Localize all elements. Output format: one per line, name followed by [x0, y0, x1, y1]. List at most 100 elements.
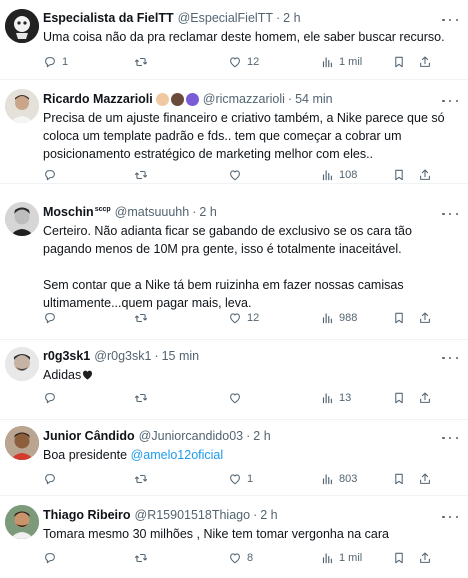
retweet-button[interactable] — [134, 551, 148, 565]
retweet-button[interactable] — [134, 168, 148, 182]
like-button[interactable]: 8 — [228, 551, 253, 565]
bookmark-button[interactable] — [392, 168, 406, 182]
share-button[interactable] — [418, 551, 432, 565]
avatar[interactable] — [5, 505, 39, 539]
like-button[interactable] — [228, 391, 242, 405]
author-name[interactable]: Junior Cândido — [43, 429, 135, 443]
timestamp[interactable]: 2 h — [253, 429, 270, 443]
view-count: 13 — [339, 392, 352, 404]
share-icon — [418, 391, 432, 405]
separator-dot: · — [287, 92, 293, 106]
tweet-text-line: Precisa de um ajuste financeiro e criati… — [43, 111, 445, 161]
more-dots-icon[interactable] — [442, 14, 458, 26]
reply-button[interactable] — [43, 391, 57, 405]
tweet-header: Moschinsccp @matsuuuhh · 2 h — [43, 203, 458, 221]
views-chart-icon — [320, 55, 334, 69]
author-handle[interactable]: @ricmazzarioli — [203, 92, 285, 106]
reply-tweet[interactable]: Moschinsccp @matsuuuhh · 2 h Certeiro. N… — [0, 184, 468, 340]
more-dots-icon[interactable] — [442, 511, 458, 523]
author-name[interactable]: Especialista da FielTT — [43, 11, 174, 25]
reply-button[interactable]: 1 — [43, 55, 68, 69]
tweet-text: Uma coisa não da pra reclamar deste home… — [43, 28, 458, 46]
author-name[interactable]: Ricardo Mazzarioli — [43, 92, 153, 106]
more-dots-icon[interactable] — [442, 432, 458, 444]
views-chart-icon — [320, 391, 334, 405]
timestamp[interactable]: 15 min — [162, 349, 200, 363]
like-button[interactable] — [228, 168, 242, 182]
tweet-text-line: Sem contar que a Nike tá bem ruizinha em… — [43, 278, 404, 310]
retweet-icon — [134, 391, 148, 405]
reply-button[interactable] — [43, 472, 57, 486]
retweet-button[interactable] — [134, 472, 148, 486]
timestamp[interactable]: 2 h — [283, 11, 300, 25]
author-handle[interactable]: @EspecialFielTT — [178, 11, 273, 25]
tweet-header: Ricardo Mazzarioli @ricmazzarioli · 54 m… — [43, 90, 458, 108]
author-handle[interactable]: @r0g3sk1 — [94, 349, 151, 363]
like-button[interactable]: 12 — [228, 311, 259, 325]
retweet-button[interactable] — [134, 391, 148, 405]
author-name[interactable]: Thiago Ribeiro — [43, 508, 131, 522]
tweet-text-line — [43, 258, 458, 276]
reply-button[interactable] — [43, 168, 57, 182]
bookmark-icon — [392, 55, 406, 69]
action-bar: 12 988 — [43, 309, 458, 327]
retweet-button[interactable] — [134, 55, 148, 69]
like-count: 1 — [247, 473, 254, 485]
reply-tweet[interactable]: Especialista da FielTT @EspecialFielTT ·… — [0, 0, 468, 80]
views-button[interactable]: 1 mil — [320, 55, 362, 69]
view-count: 988 — [339, 312, 358, 324]
more-dots-icon[interactable] — [442, 95, 458, 107]
mention-link[interactable]: @amelo12oficial — [131, 448, 224, 462]
reply-button[interactable] — [43, 311, 57, 325]
like-button[interactable]: 12 — [228, 55, 259, 69]
reply-tweet[interactable]: Ricardo Mazzarioli @ricmazzarioli · 54 m… — [0, 80, 468, 184]
reply-tweet[interactable]: r0g3sk1 @r0g3sk1 · 15 min Adidas 13 — [0, 340, 468, 420]
bookmark-icon — [392, 311, 406, 325]
share-button[interactable] — [418, 168, 432, 182]
bookmark-button[interactable] — [392, 391, 406, 405]
avatar[interactable] — [5, 89, 39, 123]
timestamp[interactable]: 54 min — [295, 92, 333, 106]
author-name[interactable]: r0g3sk1 — [43, 349, 90, 363]
heart-icon — [228, 168, 242, 182]
share-button[interactable] — [418, 391, 432, 405]
reply-tweet[interactable]: Thiago Ribeiro @R15901518Thiago · 2 h To… — [0, 496, 468, 578]
bookmark-button[interactable] — [392, 55, 406, 69]
views-button[interactable]: 803 — [320, 472, 357, 486]
retweet-button[interactable] — [134, 311, 148, 325]
views-chart-icon — [320, 311, 334, 325]
tweet-text: Adidas — [43, 366, 458, 384]
bookmark-button[interactable] — [392, 472, 406, 486]
share-button[interactable] — [418, 55, 432, 69]
author-handle[interactable]: @matsuuuhh — [115, 205, 190, 219]
timestamp[interactable]: 2 h — [199, 205, 216, 219]
avatar[interactable] — [5, 426, 39, 460]
reply-icon — [43, 168, 57, 182]
reply-icon — [43, 391, 57, 405]
author-handle[interactable]: @Juniorcandido03 — [139, 429, 243, 443]
timestamp[interactable]: 2 h — [260, 508, 277, 522]
avatar[interactable] — [5, 9, 39, 43]
views-button[interactable]: 108 — [320, 168, 357, 182]
reply-tweet[interactable]: Junior Cândido @Juniorcandido03 · 2 h Bo… — [0, 420, 468, 496]
separator-dot: · — [192, 205, 197, 219]
more-dots-icon[interactable] — [442, 208, 458, 220]
reply-icon — [43, 311, 57, 325]
views-button[interactable]: 13 — [320, 391, 351, 405]
bookmark-button[interactable] — [392, 551, 406, 565]
views-button[interactable]: 988 — [320, 311, 357, 325]
avatar[interactable] — [5, 347, 39, 381]
reply-button[interactable] — [43, 551, 57, 565]
more-dots-icon[interactable] — [442, 352, 458, 364]
share-button[interactable] — [418, 472, 432, 486]
views-button[interactable]: 1 mil — [320, 551, 362, 565]
tweet-text-line: Adidas — [43, 368, 82, 382]
author-handle[interactable]: @R15901518Thiago — [135, 508, 251, 522]
tweet-header: Thiago Ribeiro @R15901518Thiago · 2 h — [43, 506, 458, 524]
reply-feed: Especialista da FielTT @EspecialFielTT ·… — [0, 0, 468, 578]
like-button[interactable]: 1 — [228, 472, 253, 486]
author-name[interactable]: Moschinsccp — [43, 205, 111, 219]
bookmark-button[interactable] — [392, 311, 406, 325]
avatar[interactable] — [5, 202, 39, 236]
share-button[interactable] — [418, 311, 432, 325]
